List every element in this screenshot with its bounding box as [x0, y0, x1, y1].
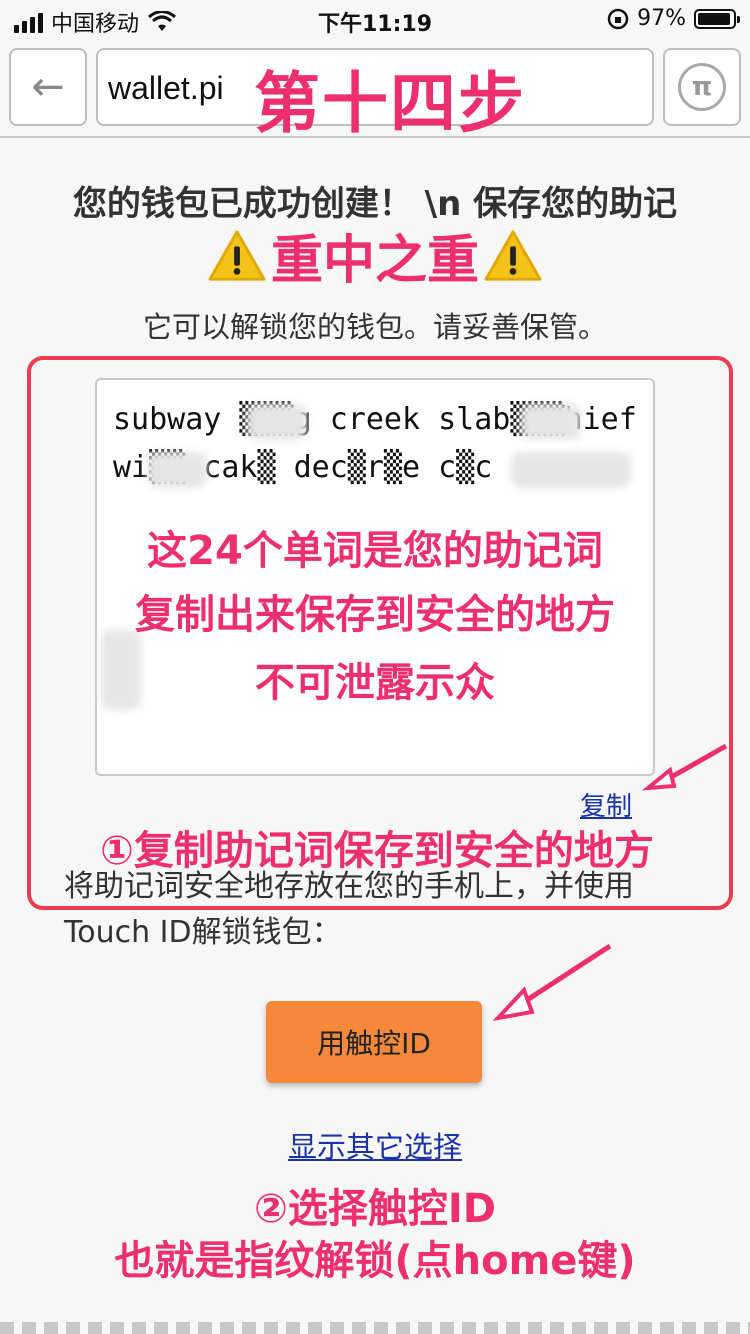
mnemonic-note: 这24个单词是您的助记词 [147, 528, 603, 574]
other-options-link[interactable]: 显示其它选择 [0, 1124, 750, 1166]
status-right: 97% [607, 6, 740, 31]
url-text: wallet.pi [108, 70, 224, 106]
warning-row: 重中之重 [0, 218, 750, 293]
mnemonic-note: 复制出来保存到安全的地方 [135, 592, 615, 638]
redaction-blur [511, 452, 631, 488]
pi-browser-button[interactable]: π [663, 48, 741, 126]
mnemonic-textarea[interactable]: subway ▒▒▒g creek slab▒▒▒hief wi▒▒ cak▒ … [95, 378, 655, 776]
touch-id-button[interactable]: 用触控ID [266, 1001, 482, 1083]
redaction-blur [147, 452, 207, 488]
status-bar: 中国移动 下午11:19 97% [0, 0, 750, 40]
warning-label: 重中之重 [270, 231, 479, 291]
step2-annotation: ②选择触控ID [254, 1186, 496, 1232]
redaction-blur [247, 404, 307, 440]
url-bar[interactable]: wallet.pi 第十四步 [96, 48, 654, 142]
cutoff-text-strip [0, 1322, 750, 1334]
step-annotation: 第十四步 [254, 65, 526, 142]
back-button[interactable]: ← [9, 48, 87, 126]
browser-toolbar: ← wallet.pi 第十四步 π [0, 40, 750, 142]
rotation-lock-icon [607, 8, 629, 29]
annotation-arrow-icon [641, 743, 728, 791]
back-arrow-icon: ← [31, 64, 65, 110]
redaction-blur [521, 404, 581, 440]
battery-percent: 97% [637, 6, 686, 31]
annotation-arrow-icon [492, 943, 612, 1022]
warning-icon [484, 229, 542, 281]
subtitle: 它可以解锁您的钱包。请妥善保管。 [142, 310, 607, 344]
pi-logo-icon: π [678, 63, 726, 111]
warning-icon [208, 229, 266, 281]
step2-annotation-detail: 也就是指纹解锁(点home键) [114, 1238, 636, 1284]
mnemonic-note: 不可泄露示众 [255, 660, 495, 706]
battery-icon [694, 8, 740, 29]
